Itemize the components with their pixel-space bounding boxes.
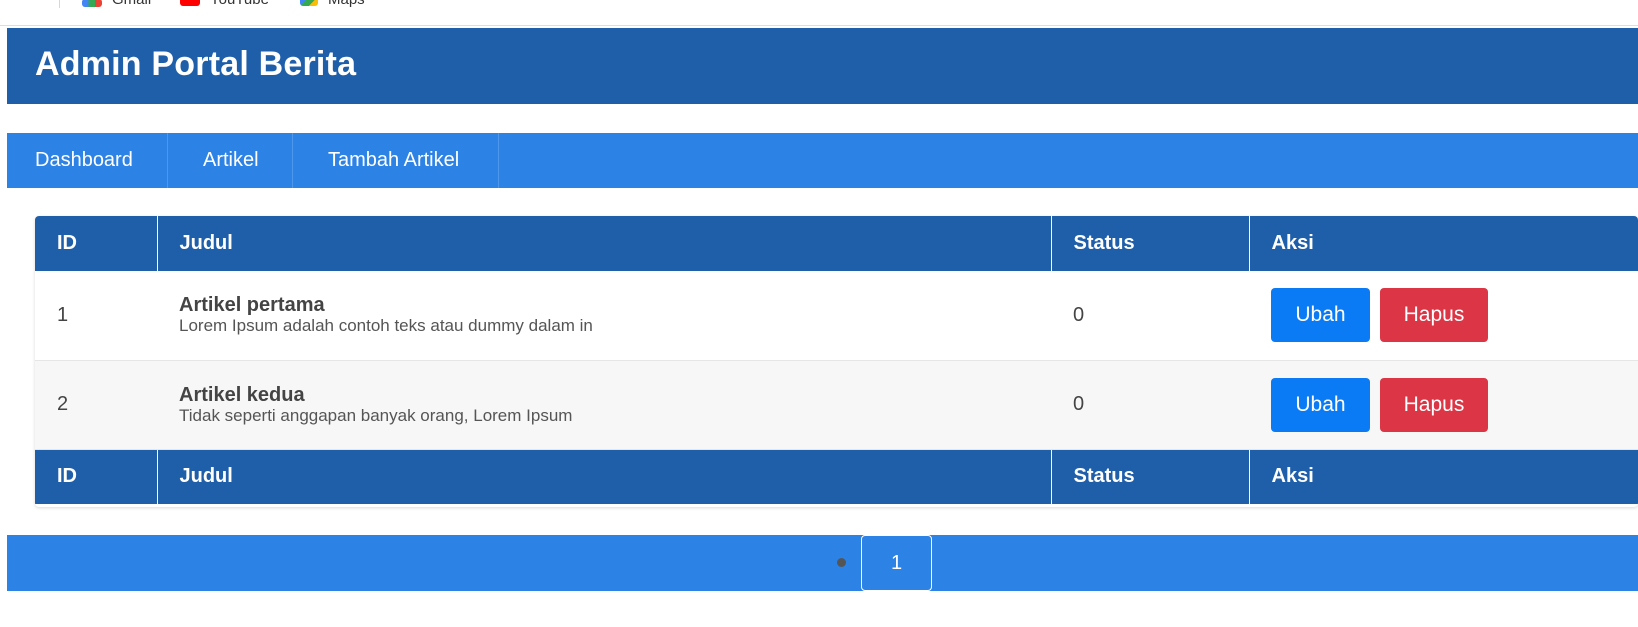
cell-aksi: Ubah Hapus [1249, 360, 1638, 450]
bookmark-youtube[interactable]: YouTube [180, 0, 269, 9]
edit-button[interactable]: Ubah [1271, 377, 1370, 432]
footer-status: Status [1051, 449, 1250, 504]
delete-button[interactable]: Hapus [1380, 288, 1488, 343]
site-header: Admin Portal Berita [7, 28, 1638, 104]
bookmarks-separator [59, 0, 60, 8]
header-id: ID [35, 216, 158, 271]
maps-icon [300, 0, 318, 7]
articles-table: ID Judul Status Aksi 1 Artikel pertama L… [35, 216, 1638, 504]
cell-aksi: Ubah Hapus [1249, 271, 1638, 361]
article-title: Artikel pertama [179, 294, 325, 317]
cell-status: 0 [1051, 271, 1249, 361]
bookmark-maps[interactable]: Maps [300, 0, 365, 9]
bookmark-label: Maps [328, 0, 365, 8]
table-header-row: ID Judul Status Aksi [35, 216, 1638, 271]
apps-grid-icon[interactable] [16, 0, 34, 6]
page-title: Admin Portal Berita [35, 45, 357, 83]
nav-item-artikel[interactable]: Artikel [168, 133, 293, 188]
footer-judul: Judul [157, 449, 1052, 504]
articles-table-container: ID Judul Status Aksi 1 Artikel pertama L… [35, 216, 1638, 507]
header-aksi: Aksi [1249, 216, 1638, 271]
delete-button[interactable]: Hapus [1380, 377, 1488, 432]
footer-id: ID [35, 449, 158, 504]
cell-id: 2 [35, 360, 157, 450]
header-status: Status [1051, 216, 1250, 271]
table-row: 1 Artikel pertama Lorem Ipsum adalah con… [35, 271, 1638, 361]
bookmark-gmail[interactable]: Gmail [82, 0, 151, 9]
footer-aksi: Aksi [1249, 449, 1638, 504]
nav-item-dashboard[interactable]: Dashboard [7, 133, 168, 188]
list-bullet-icon [837, 558, 846, 567]
youtube-icon [180, 0, 200, 7]
bookmark-label: Gmail [112, 0, 151, 8]
pagination-bar: 1 [7, 535, 1638, 591]
bookmarks-bar: Gmail YouTube Maps [0, 0, 1638, 26]
cell-id: 1 [35, 271, 157, 361]
article-title: Artikel kedua [179, 383, 305, 406]
edit-button[interactable]: Ubah [1271, 288, 1370, 343]
page-link-1[interactable]: 1 [861, 535, 932, 591]
article-excerpt: Lorem Ipsum adalah contoh teks atau dumm… [179, 316, 593, 336]
article-excerpt: Tidak seperti anggapan banyak orang, Lor… [179, 405, 573, 425]
cell-judul: Artikel pertama Lorem Ipsum adalah conto… [157, 271, 1051, 361]
main-nav: Dashboard Artikel Tambah Artikel [7, 133, 1638, 188]
nav-item-tambah-artikel[interactable]: Tambah Artikel [293, 133, 499, 188]
table-footer-row: ID Judul Status Aksi [35, 449, 1638, 504]
header-judul: Judul [157, 216, 1052, 271]
table-row: 2 Artikel kedua Tidak seperti anggapan b… [35, 360, 1638, 450]
cell-judul: Artikel kedua Tidak seperti anggapan ban… [157, 360, 1051, 450]
gmail-icon [82, 0, 102, 8]
cell-status: 0 [1051, 360, 1249, 450]
bookmark-label: YouTube [210, 0, 269, 8]
